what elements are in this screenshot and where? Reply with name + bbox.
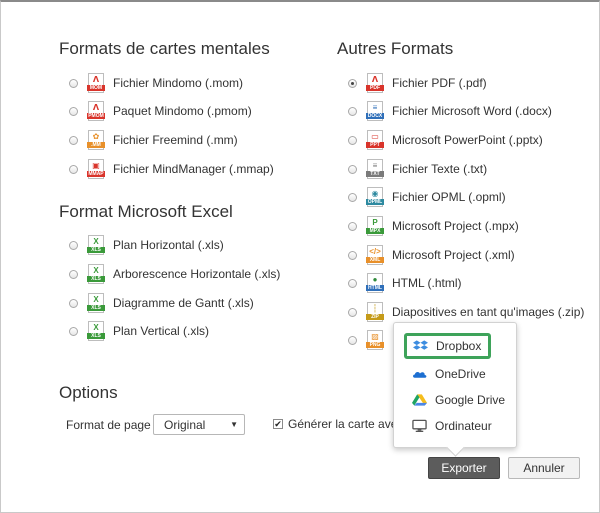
- radio-button[interactable]: [348, 106, 357, 116]
- radio-button[interactable]: [69, 269, 78, 279]
- format-label: Fichier PDF (.pdf): [392, 76, 487, 90]
- format-label: Fichier OPML (.opml): [392, 190, 506, 204]
- format-option-xls-horizontal-tree[interactable]: X XLS Arborescence Horizontale (.xls): [69, 262, 280, 286]
- format-option-xls-vertical-plan[interactable]: X XLS Plan Vertical (.xls): [69, 319, 209, 343]
- mindomo-file-icon: ᐱ MOM: [87, 73, 105, 93]
- html-file-icon: ● HTML: [366, 273, 384, 293]
- format-option-docx[interactable]: ≡ DOCX Fichier Microsoft Word (.docx): [348, 99, 552, 123]
- radio-button[interactable]: [348, 307, 357, 317]
- format-option-pmom[interactable]: ᐱ PMOM Paquet Mindomo (.pmom): [69, 99, 252, 123]
- format-label: Fichier Microsoft Word (.docx): [392, 104, 552, 118]
- radio-button[interactable]: [69, 164, 78, 174]
- excel-file-icon: X XLS: [87, 293, 105, 313]
- excel-file-icon: X XLS: [87, 264, 105, 284]
- format-label: Fichier MindManager (.mmap): [113, 162, 274, 176]
- format-label: Paquet Mindomo (.pmom): [113, 104, 252, 118]
- page-format-label: Format de page: [66, 418, 151, 432]
- radio-button[interactable]: [69, 78, 78, 88]
- powerpoint-file-icon: ▭ PPT: [366, 130, 384, 150]
- radio-button[interactable]: [348, 250, 357, 260]
- menu-item-label: Ordinateur: [435, 419, 492, 433]
- format-label: HTML (.html): [392, 276, 462, 290]
- dropbox-icon: [413, 340, 428, 350]
- format-label: Plan Vertical (.xls): [113, 324, 210, 338]
- export-button[interactable]: Exporter: [428, 457, 500, 479]
- page-format-select[interactable]: Original ▼: [153, 414, 245, 435]
- xml-file-icon: </> XML: [366, 245, 384, 265]
- radio-button[interactable]: [69, 240, 78, 250]
- format-option-project-xml[interactable]: </> XML Microsoft Project (.xml): [348, 243, 515, 267]
- format-option-txt[interactable]: ≡ TXT Fichier Texte (.txt): [348, 157, 487, 181]
- menu-item-google-drive[interactable]: Google Drive: [404, 388, 505, 412]
- zip-file-icon: ┆ ZIP: [366, 302, 384, 322]
- format-label: Arborescence Horizontale (.xls): [113, 267, 281, 281]
- format-option-pptx[interactable]: ▭ PPT Microsoft PowerPoint (.pptx): [348, 128, 543, 152]
- menu-item-label: OneDrive: [435, 367, 486, 381]
- format-option-zip[interactable]: ┆ ZIP Diapositives en tant qu'images (.zi…: [348, 300, 584, 324]
- mind-map-formats-title: Formats de cartes mentales: [59, 39, 270, 58]
- format-label: Fichier Mindomo (.mom): [113, 76, 244, 90]
- mindomo-package-icon: ᐱ PMOM: [87, 101, 105, 121]
- excel-file-icon: X XLS: [87, 235, 105, 255]
- format-option-xls-gantt[interactable]: X XLS Diagramme de Gantt (.xls): [69, 291, 254, 315]
- page-format-value: Original: [164, 418, 206, 432]
- mindmanager-file-icon: ▣ MMAP: [87, 159, 105, 179]
- format-option-mom[interactable]: ᐱ MOM Fichier Mindomo (.mom): [69, 71, 243, 95]
- format-option-pdf[interactable]: ᐱ PDF Fichier PDF (.pdf): [348, 71, 487, 95]
- google-drive-icon: [412, 394, 427, 406]
- format-option-mm[interactable]: ✿ .MM Fichier Freemind (.mm): [69, 128, 238, 152]
- options-title: Options: [59, 383, 118, 402]
- menu-item-dropbox[interactable]: Dropbox: [404, 333, 491, 359]
- export-dialog: Formats de cartes mentales ᐱ MOM Fichier …: [0, 0, 600, 513]
- radio-button[interactable]: [69, 326, 78, 336]
- menu-item-label: Google Drive: [435, 393, 506, 407]
- radio-button[interactable]: [348, 221, 357, 231]
- text-file-icon: ≡ TXT: [366, 159, 384, 179]
- generate-map-label: Générer la carte avec: [288, 417, 404, 431]
- format-label: Diagramme de Gantt (.xls): [113, 296, 254, 310]
- format-option-png[interactable]: ▨ PNG: [348, 328, 392, 352]
- format-option-mmap[interactable]: ▣ MMAP Fichier MindManager (.mmap): [69, 157, 274, 181]
- excel-formats-title: Format Microsoft Excel: [59, 202, 233, 221]
- generate-map-checkbox[interactable]: ✔: [273, 419, 283, 429]
- menu-item-onedrive[interactable]: OneDrive: [404, 362, 486, 386]
- radio-button-selected[interactable]: [348, 78, 357, 88]
- project-file-icon: P MPX: [366, 216, 384, 236]
- computer-icon: [412, 419, 427, 432]
- menu-item-label: Dropbox: [436, 339, 482, 353]
- png-file-icon: ▨ PNG: [366, 330, 384, 350]
- other-formats-title: Autres Formats: [337, 39, 454, 58]
- opml-file-icon: ◉ OPML: [366, 187, 384, 207]
- radio-button[interactable]: [348, 135, 357, 145]
- radio-button[interactable]: [69, 106, 78, 116]
- format-option-opml[interactable]: ◉ OPML Fichier OPML (.opml): [348, 185, 506, 209]
- word-file-icon: ≡ DOCX: [366, 101, 384, 121]
- menu-item-computer[interactable]: Ordinateur: [404, 414, 492, 438]
- radio-button[interactable]: [348, 192, 357, 202]
- radio-button[interactable]: [348, 335, 357, 345]
- radio-button[interactable]: [348, 278, 357, 288]
- radio-button[interactable]: [69, 135, 78, 145]
- cancel-button[interactable]: Annuler: [508, 457, 580, 479]
- freemind-file-icon: ✿ .MM: [87, 130, 105, 150]
- format-option-html[interactable]: ● HTML HTML (.html): [348, 271, 462, 295]
- onedrive-icon: [413, 372, 427, 378]
- format-option-mpx[interactable]: P MPX Microsoft Project (.mpx): [348, 214, 519, 238]
- format-option-xls-horizontal-plan[interactable]: X XLS Plan Horizontal (.xls): [69, 233, 224, 257]
- pdf-file-icon: ᐱ PDF: [366, 73, 384, 93]
- excel-file-icon: X XLS: [87, 321, 105, 341]
- export-destination-menu: Dropbox OneDrive Google Drive Ordinateur: [393, 322, 517, 448]
- chevron-down-icon: ▼: [230, 420, 238, 429]
- radio-button[interactable]: [348, 164, 357, 174]
- format-label: Fichier Texte (.txt): [392, 162, 488, 176]
- radio-button[interactable]: [69, 298, 78, 308]
- format-label: Fichier Freemind (.mm): [113, 133, 238, 147]
- format-label: Microsoft PowerPoint (.pptx): [392, 133, 543, 147]
- format-label: Microsoft Project (.xml): [392, 248, 515, 262]
- format-label: Diapositives en tant qu'images (.zip): [392, 305, 585, 319]
- format-label: Microsoft Project (.mpx): [392, 219, 519, 233]
- format-label: Plan Horizontal (.xls): [113, 238, 224, 252]
